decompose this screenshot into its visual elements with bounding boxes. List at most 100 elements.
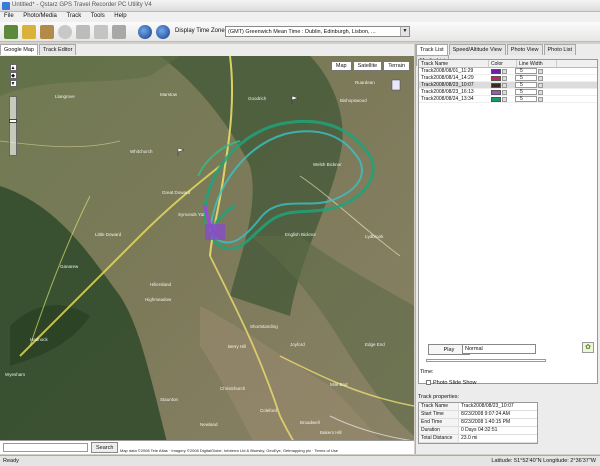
svg-text:Joyford: Joyford: [290, 342, 305, 347]
search-button[interactable]: Search: [91, 442, 119, 453]
app-icon: [2, 2, 10, 10]
print-icon[interactable]: [112, 25, 126, 39]
svg-text:Llangrove: Llangrove: [55, 94, 75, 99]
chevron-down-icon[interactable]: [538, 82, 543, 88]
svg-text:Symonds Yat: Symonds Yat: [178, 212, 205, 217]
timezone-select[interactable]: (GMT) Greenwich Mean Time : Dublin, Edin…: [225, 26, 410, 37]
col-color[interactable]: Color: [489, 60, 517, 67]
tab-track-editor[interactable]: Track Editor: [38, 44, 77, 55]
track-color-swatch[interactable]: [491, 68, 501, 74]
map-refresh-icon[interactable]: ✿: [582, 342, 594, 353]
property-value: 8/23/2008 9:07:24 AM: [461, 411, 510, 417]
globe-icon[interactable]: [156, 25, 170, 39]
menu-bar: File Photo/Media Track Tools Help: [0, 12, 600, 22]
svg-text:Mile End: Mile End: [330, 382, 348, 387]
property-key: Track Name: [419, 403, 459, 410]
table-row[interactable]: Track2008/08/23_10:07 5: [419, 82, 597, 89]
col-track-name[interactable]: Track Name: [419, 60, 489, 67]
zoom-slider[interactable]: [9, 96, 17, 156]
track-name: Track2008/08/14_14:29: [421, 75, 474, 81]
track-name: Track2008/08/24_13:34: [421, 96, 474, 102]
chevron-down-icon[interactable]: [538, 68, 543, 74]
svg-text:Christchurch: Christchurch: [220, 386, 246, 391]
track-color-swatch[interactable]: [491, 89, 501, 95]
pan-control[interactable]: ▲ ◆ ▼: [6, 64, 20, 88]
menu-help[interactable]: Help: [110, 12, 130, 20]
photo-slideshow-option[interactable]: Photo Slide Show: [426, 380, 476, 386]
track-properties-table: Track Name Track2008/08/23_10:07 Start Tim…: [418, 402, 538, 444]
slideshow-label: Photo Slide Show: [433, 380, 477, 386]
svg-text:Goodrich: Goodrich: [248, 96, 267, 101]
table-row[interactable]: Track2008/08/24_13:34 5: [419, 96, 597, 103]
map-view[interactable]: Llangrove Marstow Goodrich Bishopswood R…: [0, 56, 414, 454]
svg-text:Highmeadow: Highmeadow: [145, 297, 172, 302]
svg-text:English Bicknor: English Bicknor: [285, 232, 317, 237]
tab-photo-view[interactable]: Photo View: [506, 44, 543, 55]
import-icon[interactable]: [40, 25, 54, 39]
pan-up-icon[interactable]: ▲: [9, 64, 17, 71]
tab-track-list[interactable]: Track List: [416, 44, 448, 55]
chevron-down-icon[interactable]: [538, 75, 543, 81]
line-width-select[interactable]: 5: [515, 68, 537, 74]
svg-text:Marstow: Marstow: [160, 92, 178, 97]
chevron-down-icon[interactable]: [502, 82, 507, 88]
chevron-down-icon[interactable]: [502, 75, 507, 81]
menu-track[interactable]: Track: [62, 12, 85, 20]
map-search-input[interactable]: [3, 443, 88, 452]
map-type-map-button[interactable]: Map: [330, 61, 352, 71]
chevron-down-icon[interactable]: [538, 96, 543, 102]
line-width-select[interactable]: 5: [515, 89, 537, 95]
svg-text:Bakers Hill: Bakers Hill: [320, 430, 342, 435]
clock-icon[interactable]: [58, 25, 72, 39]
download-icon[interactable]: [4, 25, 18, 39]
chevron-down-icon[interactable]: [502, 89, 507, 95]
line-width-select[interactable]: 5: [515, 96, 537, 102]
line-width-select[interactable]: 5: [515, 75, 537, 81]
table-row[interactable]: Track2008/08/14_14:29 5: [419, 75, 597, 82]
pan-down-icon[interactable]: ▼: [9, 80, 17, 87]
menu-tools[interactable]: Tools: [87, 12, 109, 20]
time-slider[interactable]: [426, 359, 546, 362]
col-line-width[interactable]: Line Width: [517, 60, 557, 67]
pan-center-icon[interactable]: ◆: [9, 72, 17, 79]
menu-photo-media[interactable]: Photo/Media: [19, 12, 61, 20]
svg-text:Ganarew: Ganarew: [60, 264, 79, 269]
track-name: Track2008/08/23_10:07: [421, 82, 474, 88]
table-row[interactable]: Track2008/08/01_11:29 5: [419, 68, 597, 75]
track-name: Track2008/08/23_16:13: [421, 89, 474, 95]
zoom-thumb[interactable]: [9, 119, 17, 123]
chevron-down-icon[interactable]: ▼: [400, 27, 409, 36]
right-panel: Track List Speed/Altitude View Photo View P…: [415, 44, 600, 454]
playback-speed-select[interactable]: Normal: [462, 344, 536, 354]
menu-file[interactable]: File: [0, 12, 18, 20]
google-earth-icon[interactable]: [138, 25, 152, 39]
track-color-swatch[interactable]: [491, 75, 501, 81]
open-folder-icon[interactable]: [22, 25, 36, 39]
property-key: End Time: [419, 419, 459, 426]
track-color-swatch[interactable]: [491, 82, 501, 88]
track-color-swatch[interactable]: [491, 96, 501, 102]
tab-google-map[interactable]: Google Map: [0, 44, 38, 55]
info-icon[interactable]: [76, 25, 90, 39]
title-bar: Untitled* - Qstarz GPS Travel Recorder P…: [0, 0, 600, 12]
property-key: Duration: [419, 427, 459, 434]
satellite-imagery: Llangrove Marstow Goodrich Bishopswood R…: [0, 56, 414, 454]
svg-text:Berry Hill: Berry Hill: [228, 344, 246, 349]
status-ready: Ready: [3, 458, 19, 464]
tab-speed-altitude[interactable]: Speed/Altitude View: [448, 44, 506, 55]
map-type-terrain-button[interactable]: Terrain: [383, 61, 410, 71]
table-row[interactable]: Track2008/08/23_16:13 5: [419, 89, 597, 96]
slideshow-checkbox[interactable]: [426, 380, 431, 386]
line-width-select[interactable]: 5: [515, 82, 537, 88]
settings-icon[interactable]: [94, 25, 108, 39]
svg-text:Shortstanding: Shortstanding: [250, 324, 278, 329]
tab-photo-list[interactable]: Photo List: [543, 44, 576, 55]
chevron-down-icon[interactable]: [502, 96, 507, 102]
property-key: Total Distance: [419, 435, 459, 442]
chevron-down-icon[interactable]: [502, 68, 507, 74]
track-list-table: Track Name Color Line Width Track2008/08…: [418, 59, 598, 384]
map-type-satellite-button[interactable]: Satellite: [352, 61, 383, 71]
time-label: Time:: [420, 369, 434, 375]
chevron-down-icon[interactable]: [538, 89, 543, 95]
svg-text:Staunton: Staunton: [160, 397, 179, 402]
